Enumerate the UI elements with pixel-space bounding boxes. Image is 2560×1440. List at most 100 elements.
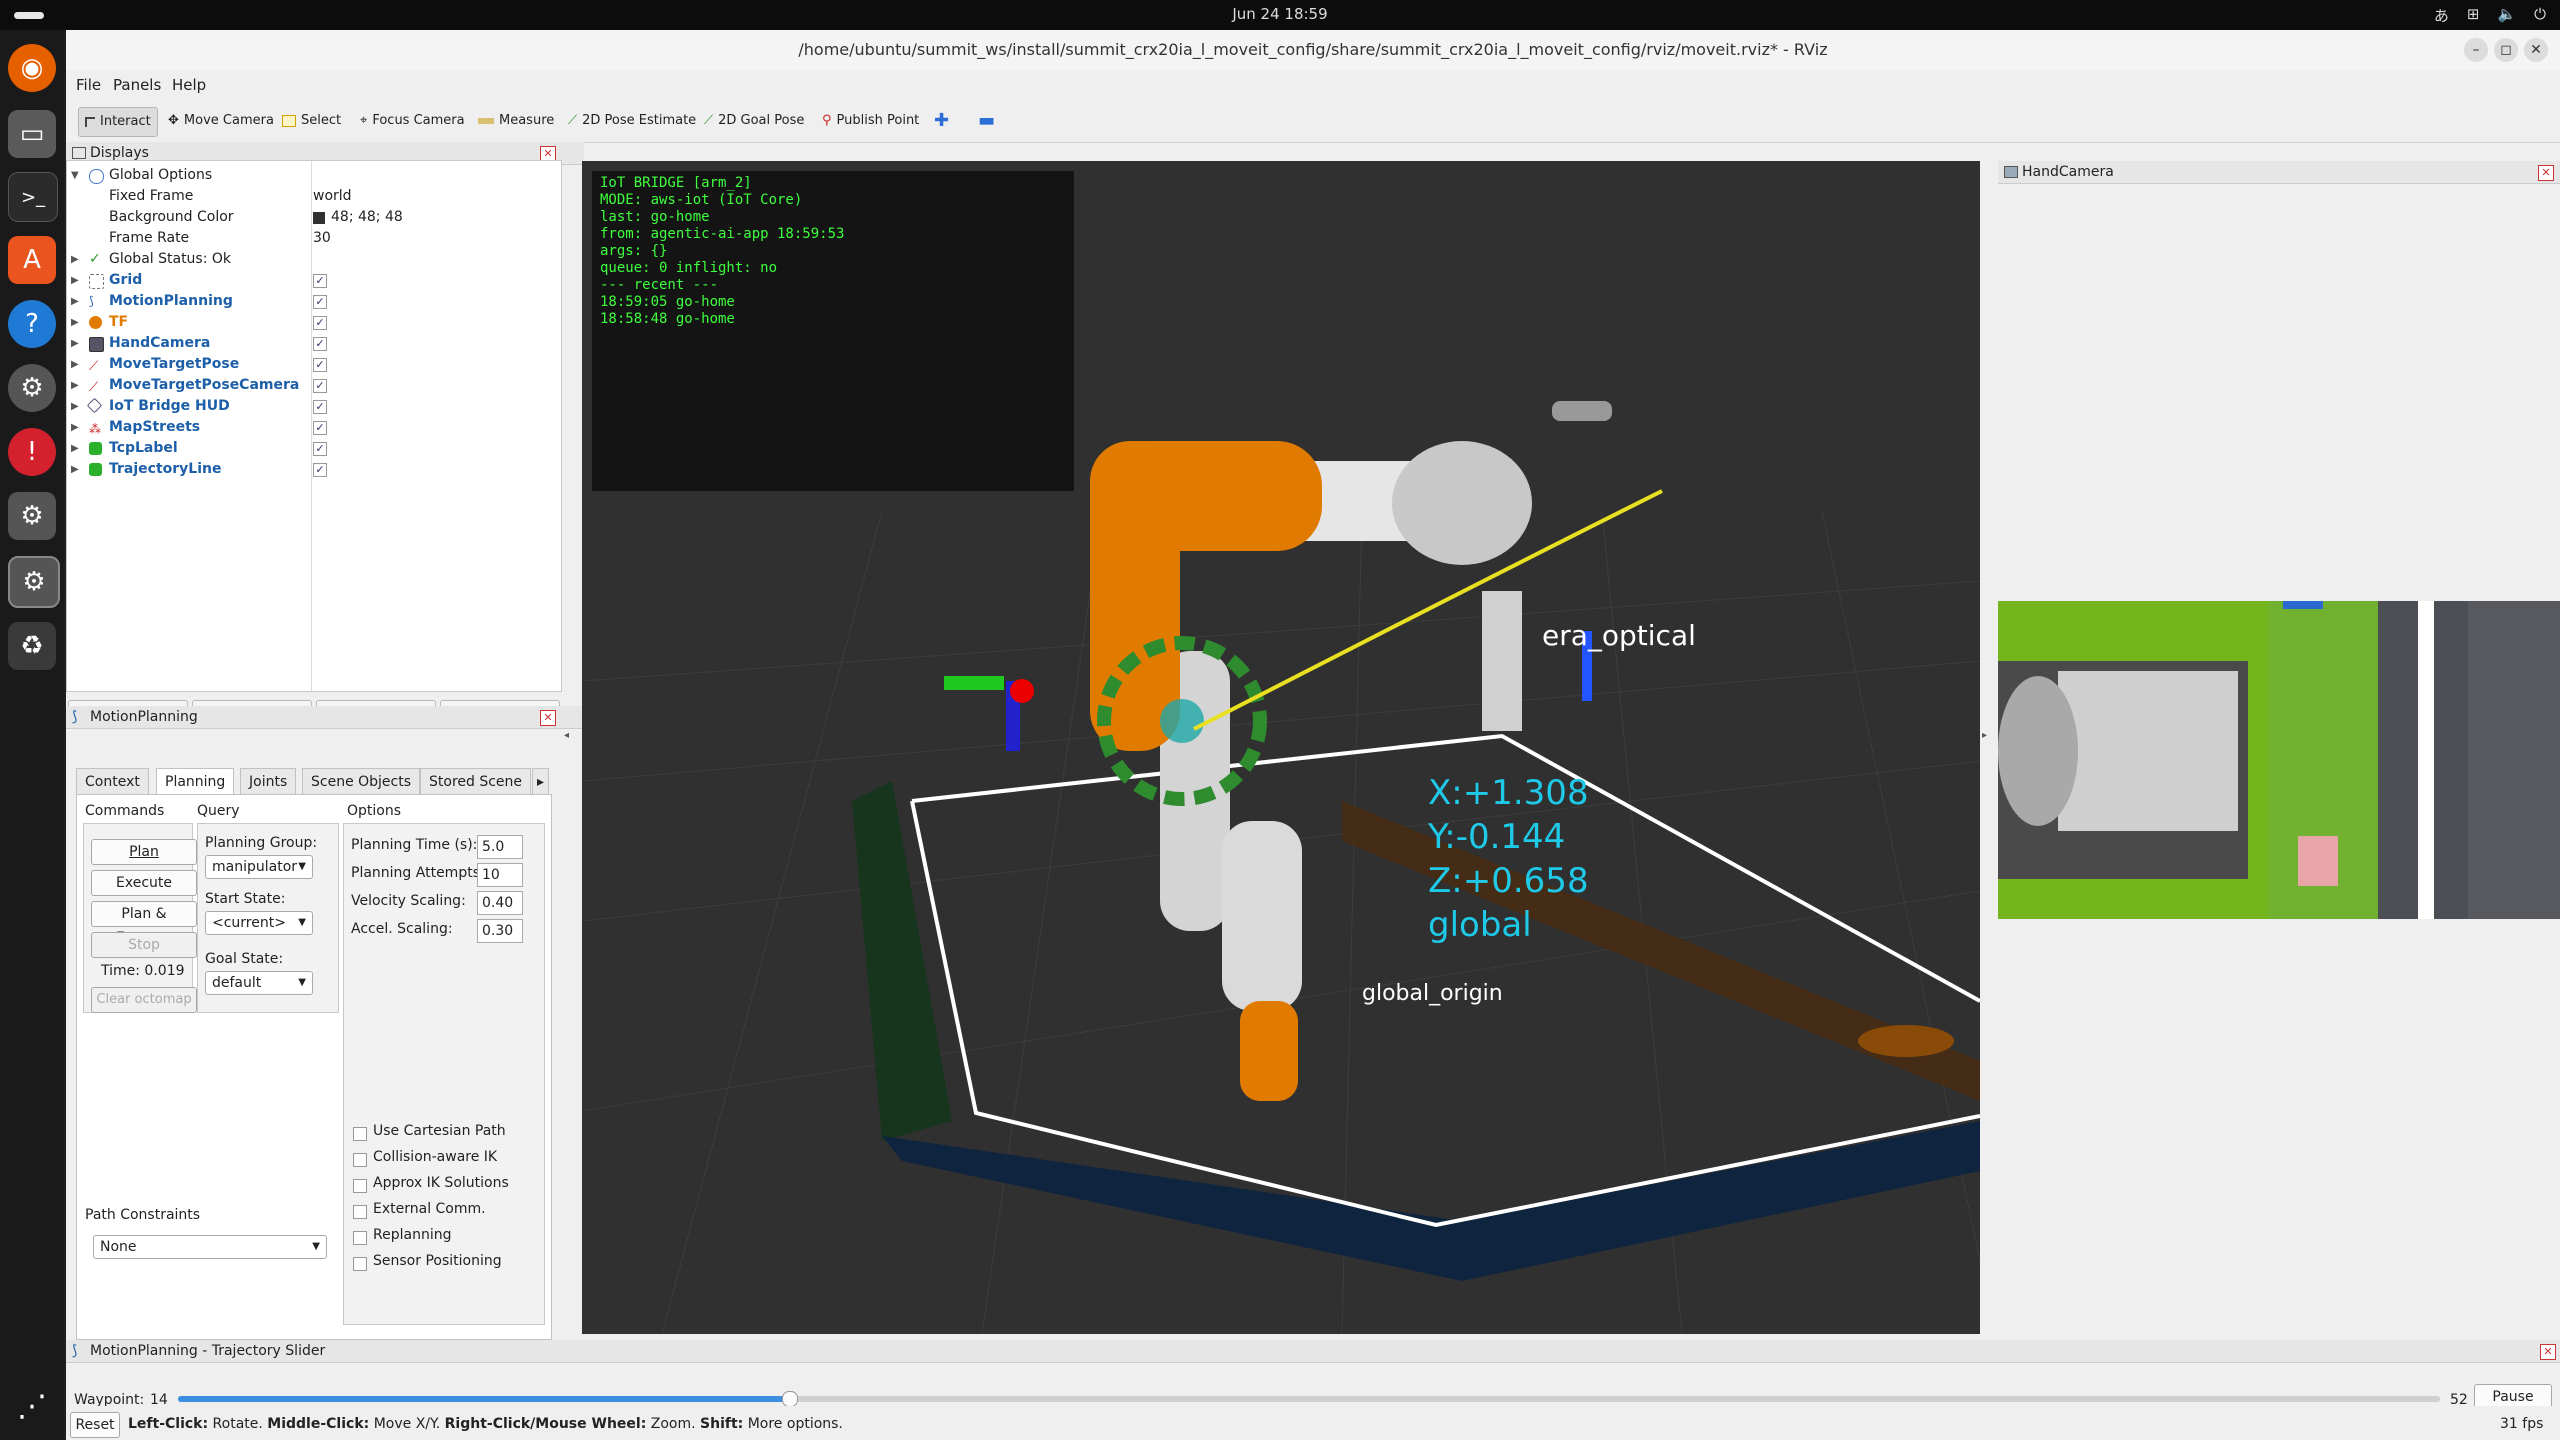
tab-scene-objects[interactable]: Scene Objects <box>302 768 421 796</box>
update-notifier-icon[interactable]: ! <box>8 428 56 476</box>
enable-checkbox[interactable]: ✓ <box>313 358 327 372</box>
menu-help[interactable]: Help <box>172 76 206 94</box>
focus-camera-tool[interactable]: ⌖ Focus Camera <box>354 107 471 135</box>
tab-joints[interactable]: Joints <box>240 768 297 796</box>
global-status-row[interactable]: ▶ ✓ Global Status: Ok <box>67 249 561 270</box>
rviz-active-icon[interactable]: ⚙ <box>8 556 60 608</box>
terminal-icon[interactable]: >_ <box>8 172 58 222</box>
power-icon[interactable]: ⏻ <box>2534 5 2546 26</box>
replanning-checkbox[interactable] <box>353 1231 367 1245</box>
network-icon[interactable]: ⊞ <box>2467 5 2480 26</box>
render-viewport[interactable]: IoT BRIDGE [arm_2] MODE: aws-iot (IoT Co… <box>582 161 1980 1334</box>
sensor-positioning-checkbox[interactable] <box>353 1257 367 1271</box>
enable-checkbox[interactable]: ✓ <box>313 295 327 309</box>
velocity-scaling-input[interactable]: 0.40 <box>477 891 523 915</box>
measure-tool[interactable]: Measure <box>472 107 560 135</box>
collapse-right-icon[interactable]: ▸ <box>1982 730 1987 741</box>
plan-button[interactable]: Plan <box>91 839 197 865</box>
display-item-movetargetpose[interactable]: ▶ ⟋ MoveTargetPose ✓ <box>67 354 561 375</box>
frame-rate-row[interactable]: Frame Rate 30 <box>67 228 561 249</box>
enable-checkbox[interactable]: ✓ <box>313 400 327 414</box>
pose-estimate-tool[interactable]: ⟋ 2D Pose Estimate <box>562 107 702 135</box>
waypoint-slider-handle[interactable] <box>781 1391 798 1407</box>
move-camera-tool[interactable]: ✥ Move Camera <box>162 107 280 135</box>
settings-icon[interactable]: ⚙ <box>8 364 56 412</box>
expand-right-icon[interactable]: ▶ <box>71 354 79 375</box>
goal-state-select[interactable]: default ▼ <box>205 971 313 995</box>
tab-scroll-right-icon[interactable]: ▸ <box>532 768 550 796</box>
expand-right-icon[interactable]: ▶ <box>71 333 79 354</box>
background-color-row[interactable]: Background Color 48; 48; 48 <box>67 207 561 228</box>
expand-right-icon[interactable]: ▶ <box>71 396 79 417</box>
background-color-value[interactable]: 48; 48; 48 <box>331 207 403 228</box>
trash-icon[interactable]: ♻ <box>8 622 56 670</box>
enable-checkbox[interactable]: ✓ <box>313 316 327 330</box>
display-item-movetargetposecamera[interactable]: ▶ ⟋ MoveTargetPoseCamera ✓ <box>67 375 561 396</box>
collapse-left-icon[interactable]: ◂ <box>564 730 569 741</box>
fixed-frame-row[interactable]: Fixed Frame world <box>67 186 561 207</box>
waypoint-slider-track[interactable] <box>178 1391 2440 1407</box>
accel-scaling-input[interactable]: 0.30 <box>477 919 523 943</box>
close-button[interactable]: ✕ <box>2524 38 2548 62</box>
select-tool[interactable]: Select <box>276 107 347 135</box>
planning-attempts-input[interactable]: 10 <box>477 863 523 887</box>
display-item-trajectoryline[interactable]: ▶ TrajectoryLine ✓ <box>67 459 561 480</box>
display-item-tf[interactable]: ▶ TF ✓ <box>67 312 561 333</box>
menu-file[interactable]: File <box>76 76 101 94</box>
show-apps-icon[interactable]: ⋰ <box>8 1382 56 1430</box>
color-swatch[interactable] <box>313 212 325 224</box>
global-options-row[interactable]: ▼ Global Options <box>67 165 561 186</box>
interact-tool[interactable]: Interact <box>78 107 158 137</box>
rviz-icon[interactable]: ⚙ <box>8 492 56 540</box>
fixed-frame-value[interactable]: world <box>313 186 352 207</box>
display-item-tcplabel[interactable]: ▶ TcpLabel ✓ <box>67 438 561 459</box>
clock[interactable]: Jun 24 18:59 <box>0 5 2560 23</box>
tab-context[interactable]: Context <box>76 768 149 796</box>
external-comm-checkbox[interactable] <box>353 1205 367 1219</box>
firefox-icon[interactable]: ◉ <box>8 44 56 92</box>
tab-planning[interactable]: Planning <box>156 768 235 796</box>
reset-button[interactable]: Reset <box>70 1412 120 1438</box>
plan-execute-button[interactable]: Plan & Execute <box>91 901 197 946</box>
enable-checkbox[interactable]: ✓ <box>313 337 327 351</box>
cartesian-path-checkbox[interactable] <box>353 1127 367 1141</box>
files-icon[interactable]: ▭ <box>8 110 56 158</box>
enable-checkbox[interactable]: ✓ <box>313 442 327 456</box>
display-item-iot-bridge-hud[interactable]: ▶ IoT Bridge HUD ✓ <box>67 396 561 417</box>
expand-right-icon[interactable]: ▶ <box>71 270 79 291</box>
minimize-button[interactable]: – <box>2464 38 2488 62</box>
close-trajectory-slider-icon[interactable]: ✕ <box>2540 1344 2556 1360</box>
menu-panels[interactable]: Panels <box>113 76 161 94</box>
volume-icon[interactable]: 🔈 <box>2497 5 2516 26</box>
close-motionplanning-icon[interactable]: ✕ <box>540 710 556 726</box>
display-item-handcamera[interactable]: ▶ HandCamera ✓ <box>67 333 561 354</box>
maximize-button[interactable]: ◻ <box>2494 38 2518 62</box>
publish-point-tool[interactable]: ⚲ Publish Point <box>816 107 925 135</box>
expand-right-icon[interactable]: ▶ <box>71 291 79 312</box>
planning-group-select[interactable]: manipulator ▼ <box>205 855 313 879</box>
help-icon[interactable]: ? <box>8 300 56 348</box>
enable-checkbox[interactable]: ✓ <box>313 421 327 435</box>
planning-time-input[interactable]: 5.0 <box>477 835 523 859</box>
enable-checkbox[interactable]: ✓ <box>313 274 327 288</box>
close-handcamera-icon[interactable]: ✕ <box>2538 165 2554 181</box>
expand-right-icon[interactable]: ▶ <box>71 375 79 396</box>
remove-tool-button[interactable]: ▬ <box>972 107 1001 135</box>
expand-down-icon[interactable]: ▼ <box>71 165 79 186</box>
expand-right-icon[interactable]: ▶ <box>71 417 79 438</box>
frame-rate-value[interactable]: 30 <box>313 228 331 249</box>
expand-right-icon[interactable]: ▶ <box>71 459 79 480</box>
expand-right-icon[interactable]: ▶ <box>71 438 79 459</box>
collision-aware-ik-checkbox[interactable] <box>353 1153 367 1167</box>
start-state-select[interactable]: <current> ▼ <box>205 911 313 935</box>
display-item-motionplanning[interactable]: ▶ ⟆ MotionPlanning ✓ <box>67 291 561 312</box>
tab-stored-scene[interactable]: Stored Scene <box>420 768 532 796</box>
stop-button[interactable]: Stop <box>91 932 197 958</box>
add-tool-button[interactable]: ✚ <box>928 107 955 135</box>
system-tray[interactable]: あ ⊞ 🔈 ⏻ <box>2434 5 2546 26</box>
accessibility-icon[interactable]: あ <box>2434 5 2449 26</box>
enable-checkbox[interactable]: ✓ <box>313 463 327 477</box>
enable-checkbox[interactable]: ✓ <box>313 379 327 393</box>
goal-pose-tool[interactable]: ⟋ 2D Goal Pose <box>698 107 810 135</box>
display-item-mapstreets[interactable]: ▶ ⁂ MapStreets ✓ <box>67 417 561 438</box>
